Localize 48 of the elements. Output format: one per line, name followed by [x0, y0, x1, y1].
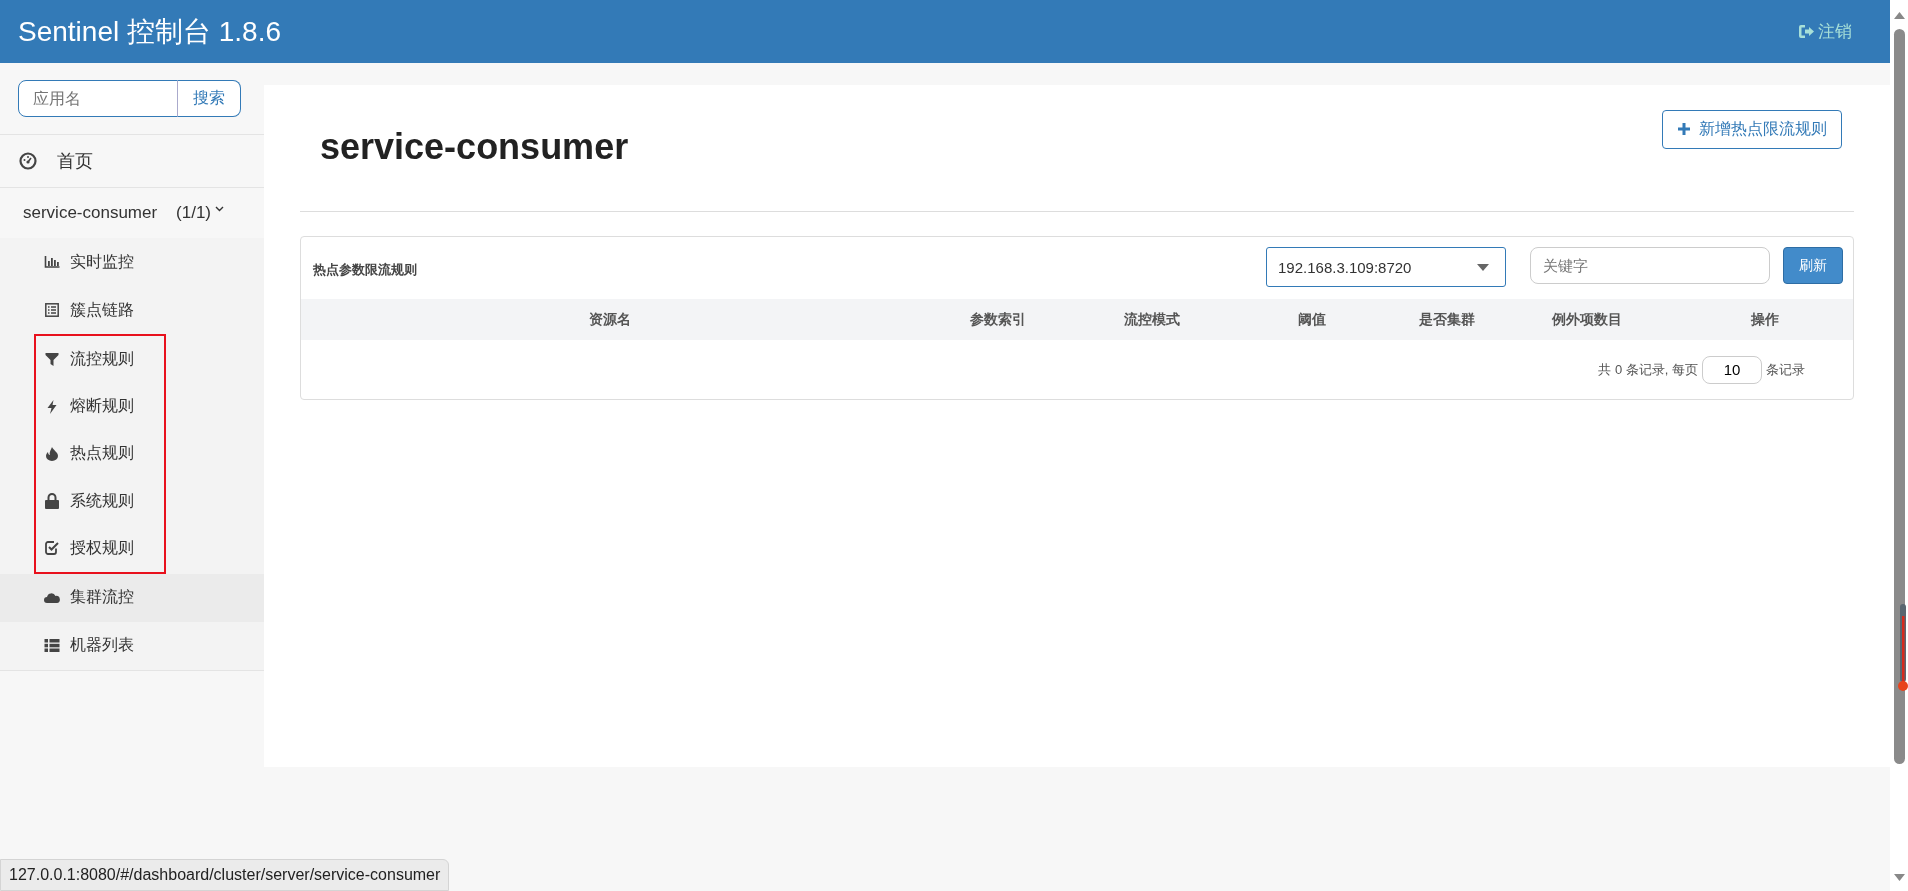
machine-dropdown[interactable]: 192.168.3.109:8720 — [1266, 247, 1506, 287]
refresh-button[interactable]: 刷新 — [1783, 247, 1843, 284]
column-header: 例外项数目 — [1551, 310, 1623, 329]
sidebar-menu-item[interactable]: 授权规则 — [36, 524, 164, 572]
dashboard-icon — [19, 152, 37, 170]
checkbox-icon — [44, 541, 60, 556]
bar-chart-icon — [44, 256, 60, 268]
column-header: 是否集群 — [1418, 310, 1476, 329]
caret-icon — [1477, 263, 1489, 271]
app-title: Sentinel 控制台 1.8.6 — [18, 14, 282, 49]
record-count: 共 0 条记录, 每页 — [1598, 360, 1698, 379]
plus-icon — [1678, 123, 1690, 135]
column-header: 资源名 — [588, 310, 632, 329]
scroll-down-icon — [1893, 874, 1905, 881]
status-bar-url: 127.0.0.1:8080/#/dashboard/cluster/server/service-consumer — [0, 859, 450, 891]
column-header: 流控模式 — [1123, 310, 1181, 329]
page-size-field[interactable]: 10 — [1702, 355, 1762, 384]
caret-icon — [215, 206, 224, 212]
scrollbar[interactable] — [1890, 0, 1908, 891]
column-header: 阈值 — [1297, 310, 1327, 329]
card-title: 热点参数限流规则 — [313, 261, 418, 279]
thermometer-icon — [1898, 604, 1908, 694]
sidebar-menu-item[interactable]: 实时监控 — [0, 238, 264, 286]
sidebar-menu-item[interactable]: 簇点链路 — [0, 286, 264, 334]
sidebar-menu-item[interactable]: 系统规则 — [36, 477, 164, 525]
fire-icon — [44, 446, 60, 461]
search-button[interactable]: 搜索 — [177, 80, 241, 117]
filter-icon — [44, 353, 60, 367]
sidebar-menu-item[interactable]: 集群流控 — [0, 573, 264, 622]
app-search-field[interactable]: 应用名 — [18, 80, 178, 117]
sidebar-menu-item[interactable]: 熔断规则 — [36, 383, 164, 431]
app-menu-item[interactable]: service-consumer (1/1) — [0, 188, 264, 238]
column-header: 参数索引 — [969, 310, 1027, 329]
scroll-up-icon — [1893, 12, 1905, 19]
add-rule-button[interactable]: 新增热点限流规则 — [1662, 109, 1842, 149]
list-icon — [44, 303, 60, 317]
page-title: service-consumer — [320, 126, 629, 168]
column-header: 操作 — [1750, 310, 1780, 329]
cloud-icon — [44, 592, 60, 603]
records-label: 条记录 — [1766, 360, 1805, 379]
sidebar-menu-item[interactable]: 机器列表 — [0, 621, 264, 670]
sign-out-icon — [1798, 24, 1814, 39]
keyword-field[interactable]: 关键字 — [1530, 247, 1770, 284]
list-icon — [44, 639, 60, 653]
lock-icon — [44, 493, 60, 510]
scrollbar-thumb[interactable] — [1893, 29, 1905, 764]
sidebar-menu-item[interactable]: 流控规则 — [36, 336, 164, 384]
sidebar-menu-item[interactable]: 热点规则 — [36, 430, 164, 478]
